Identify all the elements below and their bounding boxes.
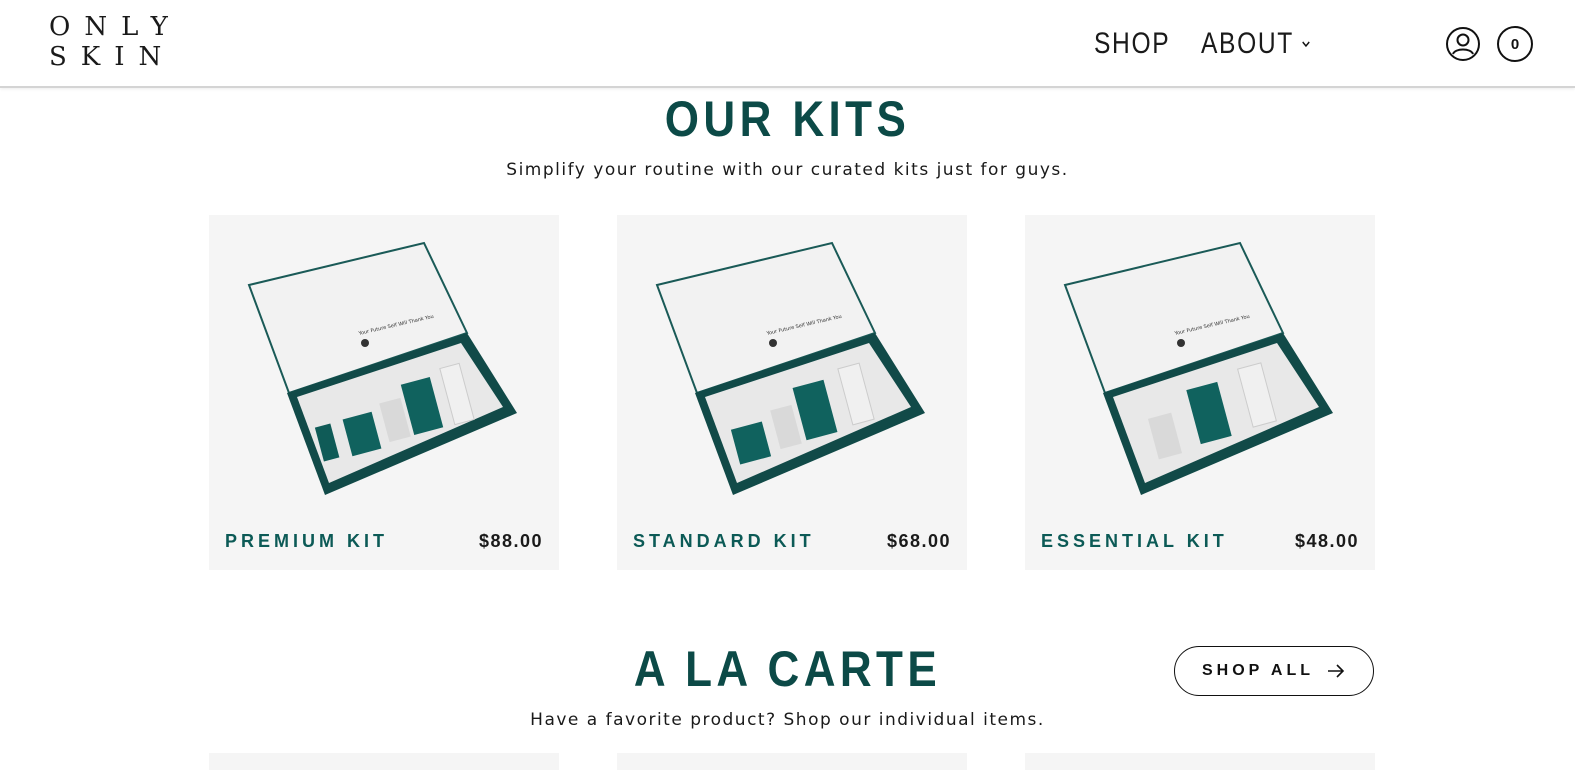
nav-about-label: ABOUT <box>1201 27 1294 60</box>
main-nav: SHOP ABOUT <box>1094 24 1336 64</box>
shop-all-label: SHOP ALL <box>1201 662 1314 679</box>
kits-subtitle: Simplify your routine with our curated k… <box>506 160 1069 180</box>
kits-title: OUR KITS <box>664 91 911 147</box>
kit-card-essential[interactable]: Your Future Self Will Thank You ESSENTIA… <box>1025 215 1375 570</box>
nav-shop-label: SHOP <box>1094 27 1171 60</box>
kit-product-image: Your Future Self Will Thank You <box>1063 241 1333 495</box>
cart-button[interactable]: 0 <box>1497 26 1533 62</box>
account-icon[interactable] <box>1445 26 1481 62</box>
arrow-right-icon <box>1328 664 1345 678</box>
kit-card-premium[interactable]: Your Future Self Will Thank You PREMIUM … <box>209 215 559 570</box>
product-card-peek[interactable] <box>617 753 967 770</box>
nav-about[interactable]: ABOUT <box>1201 27 1312 61</box>
kit-price: $48.00 <box>1294 531 1359 551</box>
kit-product-image: Your Future Self Will Thank You <box>655 241 925 495</box>
cart-count: 0 <box>1510 35 1520 53</box>
carte-subtitle: Have a favorite product? Shop our indivi… <box>530 710 1045 730</box>
kit-name: STANDARD KIT <box>633 531 815 551</box>
kit-product-image: Your Future Self Will Thank You <box>247 241 517 495</box>
kit-card-standard[interactable]: Your Future Self Will Thank You STANDARD… <box>617 215 967 570</box>
kit-price: $68.00 <box>886 531 951 551</box>
kit-name: PREMIUM KIT <box>225 531 388 551</box>
shop-all-button[interactable]: SHOP ALL <box>1174 646 1374 696</box>
kit-price: $88.00 <box>478 531 543 551</box>
product-card-peek[interactable] <box>1025 753 1375 770</box>
product-card-peek[interactable] <box>209 753 559 770</box>
logo-line-1: ONLY <box>49 12 182 42</box>
chevron-down-icon <box>1302 41 1311 48</box>
nav-shop[interactable]: SHOP <box>1094 27 1170 61</box>
kit-name: ESSENTIAL KIT <box>1041 531 1228 551</box>
site-header: ONLY SKIN SHOP ABOUT 0 <box>0 0 1575 88</box>
logo-line-2: SKIN <box>49 42 176 72</box>
brand-logo[interactable]: ONLY SKIN <box>49 12 182 72</box>
